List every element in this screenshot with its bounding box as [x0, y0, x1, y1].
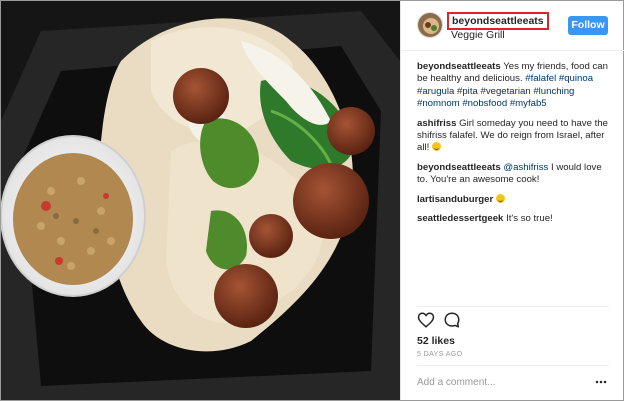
comment-item: seattledessertgeek It's so true! [417, 213, 613, 225]
likes-count[interactable]: 52 likes [417, 335, 455, 347]
add-comment-row [417, 365, 609, 398]
avatar[interactable] [417, 12, 443, 38]
add-comment-input[interactable] [417, 374, 582, 390]
post-side-panel: beyondseattleeats Veggie Grill Follow be… [400, 1, 624, 400]
caption: beyondseattleeats Yes my friends, food c… [417, 61, 613, 111]
falafel-wrap-image [1, 1, 400, 400]
hashtag-link[interactable]: #nomnom [417, 98, 460, 109]
comment-username[interactable]: ashifriss [417, 118, 456, 129]
follow-button[interactable]: Follow [568, 16, 608, 35]
header-username[interactable]: beyondseattleeats [447, 12, 549, 30]
post-header: beyondseattleeats Veggie Grill Follow [401, 1, 624, 51]
hashtag-link[interactable]: #arugula [417, 86, 454, 97]
comment-username[interactable]: seattledessertgeek [417, 213, 503, 224]
smiley-emoji-icon [495, 193, 505, 203]
comment-item: ashifriss Girl someday you need to have … [417, 118, 613, 155]
smiley-emoji-icon [431, 142, 441, 152]
mention-link[interactable]: @ashifriss [503, 162, 548, 173]
post-timestamp: 5 DAYS AGO [417, 351, 463, 358]
divider [417, 306, 609, 307]
comment-bubble-icon[interactable] [443, 311, 461, 329]
hashtag-link[interactable]: #lunching [533, 86, 574, 97]
comment-item: lartisanduburger [417, 193, 613, 206]
avatar-image [418, 13, 442, 37]
location-link[interactable]: Veggie Grill [451, 29, 505, 41]
hashtag-link[interactable]: #myfab5 [510, 98, 547, 109]
heart-icon[interactable] [417, 311, 435, 329]
comment-text: It's so true! [503, 213, 553, 225]
comment-username[interactable]: lartisanduburger [417, 194, 493, 205]
comments-list: beyondseattleeats Yes my friends, food c… [417, 61, 613, 232]
hashtag-link[interactable]: #vegetarian [481, 86, 531, 97]
more-options-icon[interactable] [595, 376, 607, 388]
comment-username[interactable]: beyondseattleeats [417, 162, 501, 173]
post-photo[interactable] [1, 1, 400, 400]
hashtag-link[interactable]: #nobsfood [462, 98, 507, 109]
hashtag-link[interactable]: #quinoa [559, 73, 593, 84]
caption-username[interactable]: beyondseattleeats [417, 61, 501, 72]
comment-item: beyondseattleeats @ashifriss I would lov… [417, 162, 613, 187]
hashtag-link[interactable]: #pita [457, 86, 478, 97]
hashtag-link[interactable]: #falafel [525, 73, 556, 84]
